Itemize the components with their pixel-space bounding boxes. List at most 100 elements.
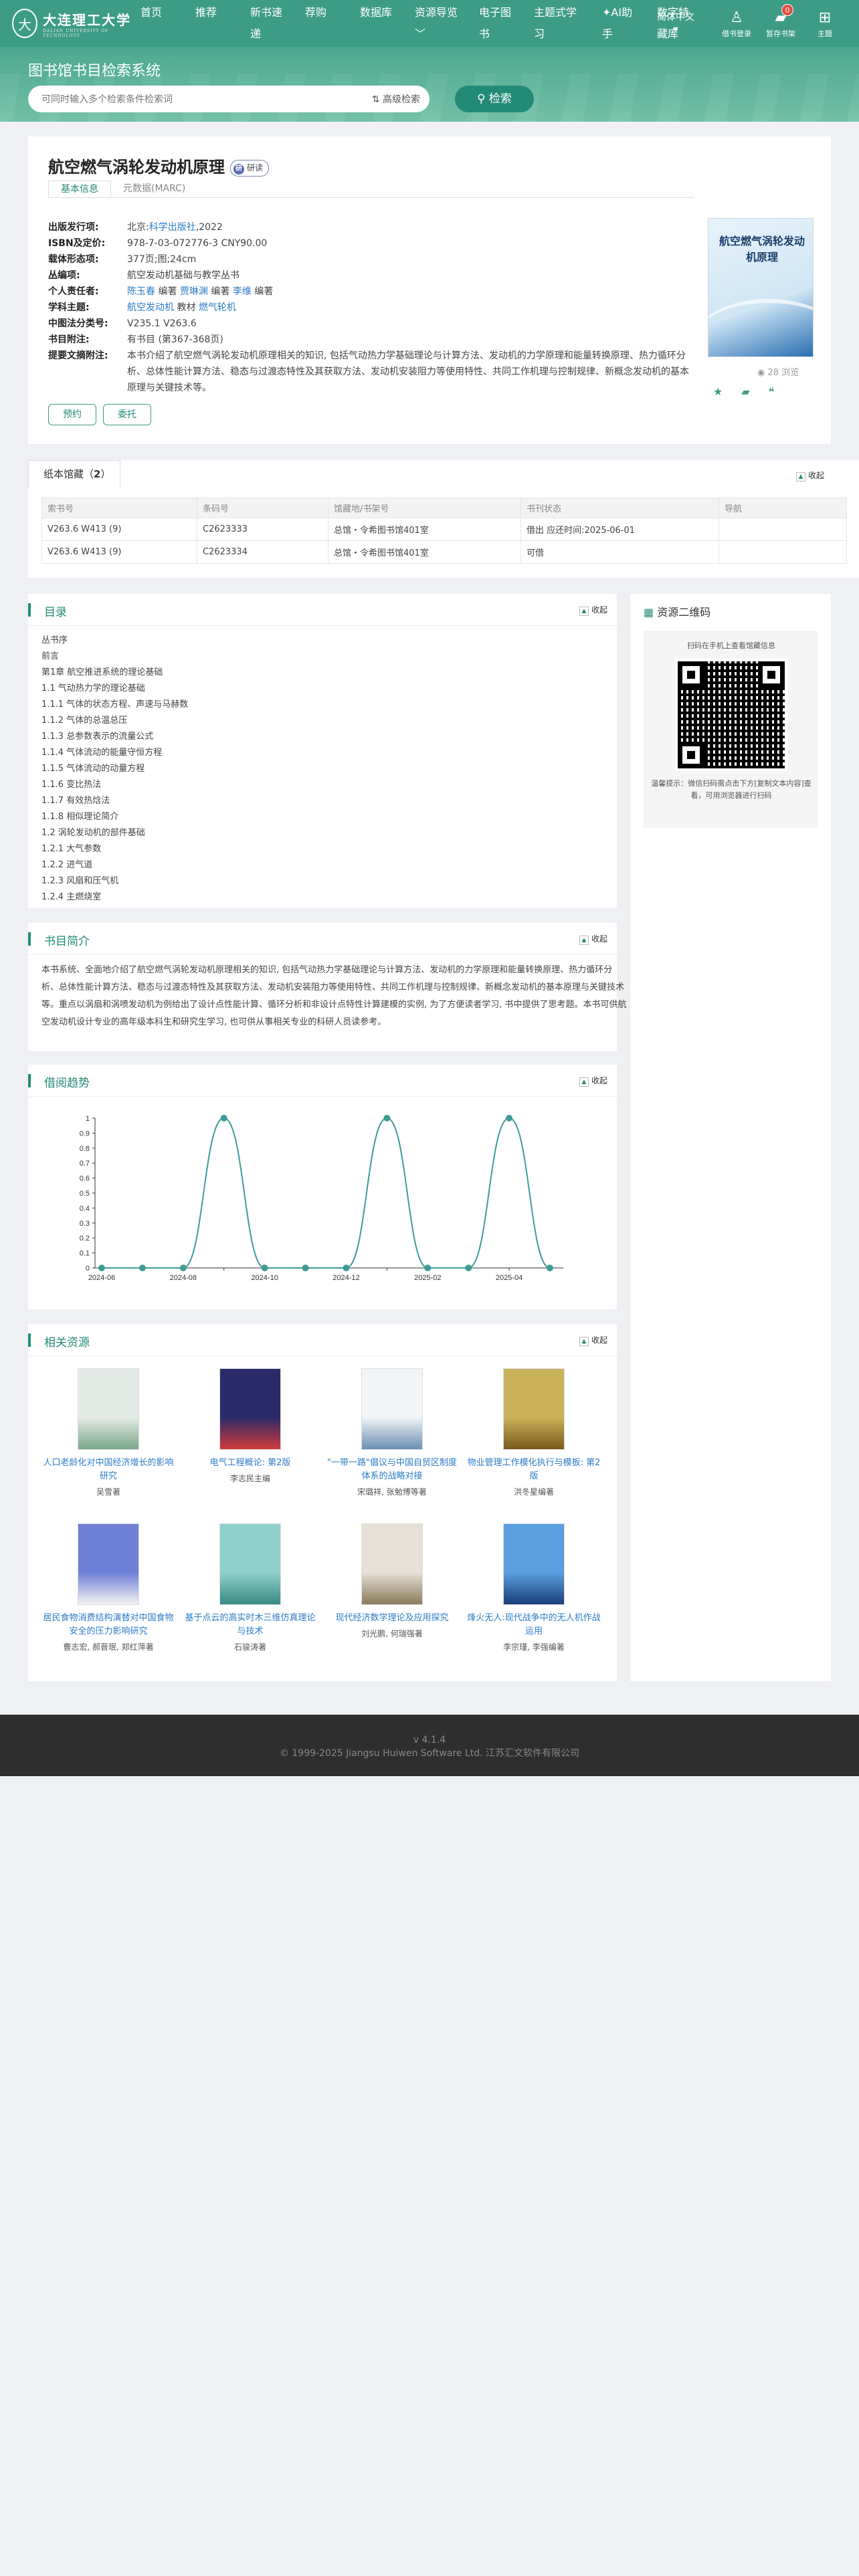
toc-item: 第1章 航空推进系统的理论基础 <box>41 667 163 677</box>
holdings-tab[interactable]: 纸本馆藏（2） <box>28 460 120 488</box>
read-icon: 研 <box>233 163 244 175</box>
search-box: ⇅ 高级检索 <box>28 86 430 112</box>
barcode: C2623334 <box>197 540 328 564</box>
collapse-icon: ▲ <box>579 936 589 945</box>
related-title[interactable]: "一带一路"倡议与中国自贸区制度体系的战略对接 <box>325 1457 459 1483</box>
toc-item: 1.1 气动热力学的理论基础 <box>41 683 145 693</box>
related-title[interactable]: 物业管理工作模化执行与模板: 第2版 <box>467 1457 601 1483</box>
language-switch[interactable]: 简体中文 ▾ <box>657 11 694 35</box>
search-button[interactable]: ⚲ 检索 <box>455 86 534 112</box>
related-collapse[interactable]: ▲ 收起 <box>579 1334 607 1346</box>
bookshelf-button[interactable]: ▰ 0 暂存书架 <box>759 4 803 39</box>
cover-graphic <box>708 299 813 356</box>
author-link[interactable]: 陈玉春 <box>127 286 155 297</box>
meta-value: 978-7-03-072776-3 CNY90.00 <box>127 238 268 249</box>
toc-item: 1.1.5 气体流动的动量方程 <box>41 764 145 774</box>
menu-resource-guide[interactable]: 资源导览 ﹀ <box>415 2 458 45</box>
eye-icon: ◉ <box>757 368 768 378</box>
tab-marc[interactable]: 元数据(MARC) <box>111 181 197 197</box>
related-title[interactable]: 人口老龄化对中国经济增长的影响研究 <box>41 1457 175 1483</box>
reserve-button[interactable]: 预约 <box>48 404 96 425</box>
search-input[interactable] <box>41 94 372 104</box>
column-header: 索书号 <box>41 498 197 518</box>
logo-subtitle: DALIAN UNIVERSITY OF TECHNOLOGY <box>43 28 109 38</box>
toc-collapse[interactable]: ▲ 收起 <box>579 604 607 616</box>
related-cover[interactable] <box>503 1368 565 1450</box>
menu-database[interactable]: 数据库 <box>360 2 393 45</box>
column-header: 书刊状态 <box>520 498 719 518</box>
qr-card: ▦ 资源二维码 扫码在手机上查看馆藏信息 温馨提示：微信扫码需点击下方[复制文本… <box>630 594 831 832</box>
related-cover[interactable] <box>361 1523 423 1605</box>
related-item[interactable]: 居民食物消费结构演替对中国食物安全的压力影响研究 曹志宏, 郝晋珉, 郑红萍著 <box>41 1523 175 1652</box>
related-cover[interactable] <box>219 1523 281 1605</box>
collapse-icon: ▲ <box>579 607 589 616</box>
column-header: 馆藏地/书架号 <box>328 498 521 518</box>
cover-title: 航空燃气涡轮发动机原理 <box>719 235 805 263</box>
holdings-collapse[interactable]: ▲ 收起 <box>795 469 824 481</box>
section-title: 目录 <box>44 606 67 619</box>
read-tag[interactable]: 研研读 <box>230 159 270 177</box>
trend-card: 借阅趋势 ▲ 收起 0 0.1 0.2 0.3 0.4 0.5 0.6 0.7 0.8 0.9 1 202… <box>28 1065 617 1309</box>
menu-purchase-request[interactable]: 荐购 <box>305 2 339 45</box>
meta-label: 个人责任者: <box>48 286 99 297</box>
favorite-icon[interactable]: ★ <box>713 385 723 398</box>
related-title[interactable]: 现代经济数学理论及应用探究 <box>325 1612 459 1625</box>
related-title[interactable]: 烽火无人:现代战争中的无人机作战运用 <box>467 1612 601 1638</box>
abstract-text: 本书介绍了航空燃气涡轮发动机原理相关的知识, 包括气动热力学基础理论与计算方法、… <box>127 350 689 393</box>
publisher-link[interactable]: 科学出版社 <box>149 222 196 233</box>
commission-button[interactable]: 委托 <box>103 404 151 425</box>
related-title[interactable]: 居民食物消费结构演替对中国食物安全的压力影响研究 <box>41 1612 175 1638</box>
call-number: V263.6 W413 (9) <box>41 518 197 541</box>
menu-topic-learning[interactable]: 主题式学习 <box>534 2 581 45</box>
search-icon: ⚲ <box>477 92 489 106</box>
location: 总馆・令希图书馆401室 <box>328 540 521 564</box>
data-point <box>261 1265 268 1271</box>
trend-collapse[interactable]: ▲ 收起 <box>579 1075 607 1087</box>
theme-button[interactable]: ⊞ 主题 <box>803 8 847 39</box>
menu-ai-assistant[interactable]: ✦AI助手 <box>602 2 636 45</box>
subject-link[interactable]: 燃气轮机 <box>199 302 236 313</box>
cite-icon[interactable]: ❝ <box>769 385 775 398</box>
subject-link[interactable]: 航空发动机 <box>127 302 174 313</box>
related-cover[interactable] <box>78 1523 139 1605</box>
related-cover[interactable] <box>361 1368 423 1450</box>
related-author: 洪冬星编著 <box>513 1487 554 1497</box>
related-cover[interactable] <box>503 1523 565 1605</box>
related-card: 相关资源 ▲ 收起 人口老龄化对中国经济增长的影响研究 吴雪著 电气工程概论: 第2版李… <box>28 1324 617 1681</box>
related-item[interactable]: 人口老龄化对中国经济增长的影响研究 吴雪著 <box>41 1368 175 1497</box>
toc-item: 1.2.3 风扇和压气机 <box>41 876 119 886</box>
data-point <box>424 1265 432 1271</box>
data-point <box>465 1265 472 1271</box>
section-title: 书目简介 <box>44 935 90 948</box>
tab-basic-info[interactable]: 基本信息 <box>48 181 111 197</box>
related-title[interactable]: 基于点云的高实时木三维仿真理论与技术 <box>183 1612 317 1638</box>
related-title[interactable]: 电气工程概论: 第2版 <box>183 1457 317 1470</box>
intro-collapse[interactable]: ▲ 收起 <box>579 933 607 945</box>
barcode: C2623333 <box>197 518 328 541</box>
author-link[interactable]: 贾琳渊 <box>180 286 208 297</box>
advanced-search-link[interactable]: ⇅ 高级检索 <box>372 92 420 106</box>
menu-recommend[interactable]: 推荐 <box>195 2 229 45</box>
related-item[interactable]: "一带一路"倡议与中国自贸区制度体系的战略对接 宋璐祥, 张勉博等著 <box>325 1368 459 1497</box>
menu-new-books[interactable]: 新书速递 <box>250 2 284 45</box>
view-count: ◉ 28 浏览 <box>757 368 799 378</box>
related-item[interactable]: 基于点云的高实时木三维仿真理论与技术 石骏涛著 <box>183 1523 317 1652</box>
related-item[interactable]: 现代经济数学理论及应用探究 刘光鹏, 何瑞强著 <box>325 1523 459 1639</box>
related-item[interactable]: 烽火无人:现代战争中的无人机作战运用 李宗瑾, 李强编著 <box>467 1523 601 1652</box>
meta-label: 载体形态项: <box>48 254 99 265</box>
author-link[interactable]: 李维 <box>233 286 252 297</box>
detail-tabs: 基本信息 元数据(MARC) <box>48 181 694 198</box>
related-cover[interactable] <box>78 1368 139 1450</box>
related-cover[interactable] <box>219 1368 281 1450</box>
navigation-cell <box>719 518 847 541</box>
login-button[interactable]: ♙ 借书登录 <box>714 8 759 39</box>
x-tick-label: 2025-02 <box>414 1274 441 1282</box>
caret-down-icon: ▾ <box>673 24 678 35</box>
folder-add-icon[interactable]: ▰ <box>741 385 749 398</box>
related-item[interactable]: 物业管理工作模化执行与模板: 第2版洪冬星编著 <box>467 1368 601 1497</box>
university-logo[interactable]: 大 大连理工大学 DALIAN UNIVERSITY OF TECHNOLOGY <box>12 9 132 38</box>
menu-home[interactable]: 首页 <box>140 2 174 45</box>
menu-ebooks[interactable]: 电子图书 <box>479 2 512 45</box>
related-item[interactable]: 电气工程概论: 第2版 李志民主编 <box>183 1368 317 1484</box>
y-tick-label: 0.7 <box>80 1160 90 1168</box>
